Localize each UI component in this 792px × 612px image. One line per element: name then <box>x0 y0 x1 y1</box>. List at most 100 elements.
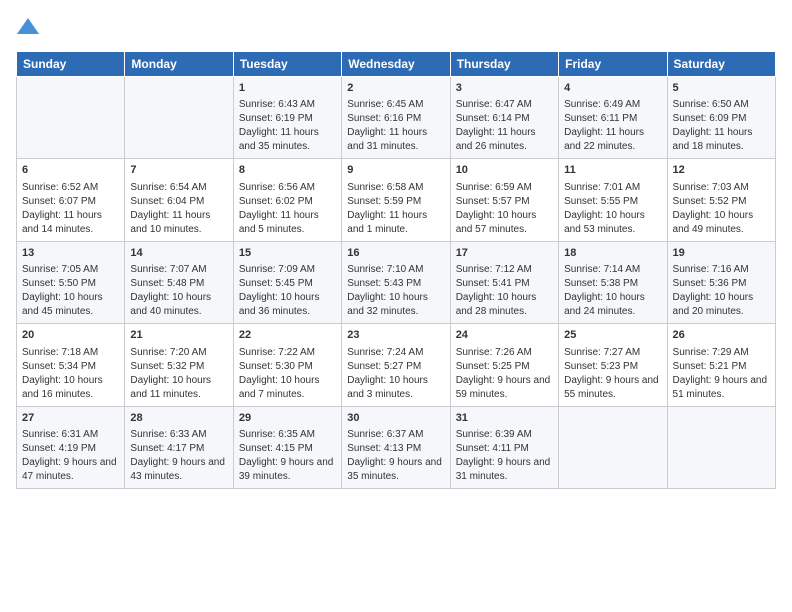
sunset-text: Sunset: 6:11 PM <box>564 113 637 124</box>
sunrise-text: Sunrise: 6:33 AM <box>130 429 206 440</box>
daylight-text: Daylight: 10 hours and 28 minutes. <box>456 292 537 317</box>
sunrise-text: Sunrise: 6:35 AM <box>239 429 315 440</box>
sunset-text: Sunset: 6:04 PM <box>130 196 204 207</box>
sunset-text: Sunset: 4:19 PM <box>22 443 96 454</box>
calendar-cell: 16Sunrise: 7:10 AMSunset: 5:43 PMDayligh… <box>342 241 450 323</box>
daylight-text: Daylight: 10 hours and 3 minutes. <box>347 375 428 400</box>
day-number: 5 <box>673 81 770 96</box>
calendar-cell: 28Sunrise: 6:33 AMSunset: 4:17 PMDayligh… <box>125 406 233 488</box>
daylight-text: Daylight: 10 hours and 53 minutes. <box>564 210 645 235</box>
sunrise-text: Sunrise: 7:07 AM <box>130 264 206 275</box>
day-number: 2 <box>347 81 444 96</box>
calendar-cell: 15Sunrise: 7:09 AMSunset: 5:45 PMDayligh… <box>233 241 341 323</box>
day-number: 3 <box>456 81 553 96</box>
calendar-week-2: 6Sunrise: 6:52 AMSunset: 6:07 PMDaylight… <box>17 159 776 241</box>
day-number: 26 <box>673 328 770 343</box>
daylight-text: Daylight: 11 hours and 14 minutes. <box>22 210 102 235</box>
calendar-cell: 5Sunrise: 6:50 AMSunset: 6:09 PMDaylight… <box>667 77 775 159</box>
logo <box>16 16 39 41</box>
calendar-cell: 30Sunrise: 6:37 AMSunset: 4:13 PMDayligh… <box>342 406 450 488</box>
daylight-text: Daylight: 9 hours and 51 minutes. <box>673 375 768 400</box>
sunrise-text: Sunrise: 7:03 AM <box>673 182 749 193</box>
sunrise-text: Sunrise: 6:54 AM <box>130 182 206 193</box>
sunset-text: Sunset: 6:19 PM <box>239 113 313 124</box>
header-wednesday: Wednesday <box>342 52 450 77</box>
calendar-cell: 19Sunrise: 7:16 AMSunset: 5:36 PMDayligh… <box>667 241 775 323</box>
sunset-text: Sunset: 5:48 PM <box>130 278 204 289</box>
daylight-text: Daylight: 10 hours and 57 minutes. <box>456 210 537 235</box>
calendar-cell: 4Sunrise: 6:49 AMSunset: 6:11 PMDaylight… <box>559 77 667 159</box>
calendar-cell: 21Sunrise: 7:20 AMSunset: 5:32 PMDayligh… <box>125 324 233 406</box>
day-number: 24 <box>456 328 553 343</box>
day-number: 18 <box>564 246 661 261</box>
sunrise-text: Sunrise: 7:05 AM <box>22 264 98 275</box>
daylight-text: Daylight: 11 hours and 22 minutes. <box>564 127 644 152</box>
header-thursday: Thursday <box>450 52 558 77</box>
daylight-text: Daylight: 10 hours and 36 minutes. <box>239 292 320 317</box>
daylight-text: Daylight: 9 hours and 59 minutes. <box>456 375 551 400</box>
calendar-cell: 10Sunrise: 6:59 AMSunset: 5:57 PMDayligh… <box>450 159 558 241</box>
day-number: 7 <box>130 163 227 178</box>
day-number: 25 <box>564 328 661 343</box>
sunrise-text: Sunrise: 7:27 AM <box>564 347 640 358</box>
calendar-cell: 17Sunrise: 7:12 AMSunset: 5:41 PMDayligh… <box>450 241 558 323</box>
calendar-cell: 14Sunrise: 7:07 AMSunset: 5:48 PMDayligh… <box>125 241 233 323</box>
calendar-cell: 2Sunrise: 6:45 AMSunset: 6:16 PMDaylight… <box>342 77 450 159</box>
daylight-text: Daylight: 10 hours and 49 minutes. <box>673 210 754 235</box>
sunset-text: Sunset: 5:36 PM <box>673 278 747 289</box>
sunrise-text: Sunrise: 7:24 AM <box>347 347 423 358</box>
day-number: 15 <box>239 246 336 261</box>
daylight-text: Daylight: 11 hours and 18 minutes. <box>673 127 753 152</box>
daylight-text: Daylight: 10 hours and 16 minutes. <box>22 375 103 400</box>
daylight-text: Daylight: 9 hours and 43 minutes. <box>130 457 225 482</box>
sunset-text: Sunset: 5:43 PM <box>347 278 421 289</box>
day-number: 20 <box>22 328 119 343</box>
calendar-cell: 12Sunrise: 7:03 AMSunset: 5:52 PMDayligh… <box>667 159 775 241</box>
calendar-cell: 25Sunrise: 7:27 AMSunset: 5:23 PMDayligh… <box>559 324 667 406</box>
day-number: 31 <box>456 411 553 426</box>
sunrise-text: Sunrise: 6:56 AM <box>239 182 315 193</box>
sunrise-text: Sunrise: 6:58 AM <box>347 182 423 193</box>
calendar-week-1: 1Sunrise: 6:43 AMSunset: 6:19 PMDaylight… <box>17 77 776 159</box>
calendar-cell: 18Sunrise: 7:14 AMSunset: 5:38 PMDayligh… <box>559 241 667 323</box>
day-number: 22 <box>239 328 336 343</box>
daylight-text: Daylight: 9 hours and 39 minutes. <box>239 457 334 482</box>
sunset-text: Sunset: 5:41 PM <box>456 278 530 289</box>
calendar-cell: 13Sunrise: 7:05 AMSunset: 5:50 PMDayligh… <box>17 241 125 323</box>
day-number: 30 <box>347 411 444 426</box>
daylight-text: Daylight: 9 hours and 35 minutes. <box>347 457 442 482</box>
page-header <box>16 16 776 41</box>
calendar-cell <box>17 77 125 159</box>
daylight-text: Daylight: 10 hours and 40 minutes. <box>130 292 211 317</box>
calendar-cell <box>559 406 667 488</box>
sunrise-text: Sunrise: 6:52 AM <box>22 182 98 193</box>
header-saturday: Saturday <box>667 52 775 77</box>
sunset-text: Sunset: 4:13 PM <box>347 443 421 454</box>
sunset-text: Sunset: 5:59 PM <box>347 196 421 207</box>
sunset-text: Sunset: 4:11 PM <box>456 443 529 454</box>
daylight-text: Daylight: 10 hours and 32 minutes. <box>347 292 428 317</box>
calendar-cell: 23Sunrise: 7:24 AMSunset: 5:27 PMDayligh… <box>342 324 450 406</box>
sunrise-text: Sunrise: 6:39 AM <box>456 429 532 440</box>
sunrise-text: Sunrise: 7:20 AM <box>130 347 206 358</box>
sunset-text: Sunset: 6:02 PM <box>239 196 313 207</box>
sunset-text: Sunset: 5:45 PM <box>239 278 313 289</box>
calendar-cell: 22Sunrise: 7:22 AMSunset: 5:30 PMDayligh… <box>233 324 341 406</box>
day-number: 1 <box>239 81 336 96</box>
calendar-cell <box>667 406 775 488</box>
calendar-week-5: 27Sunrise: 6:31 AMSunset: 4:19 PMDayligh… <box>17 406 776 488</box>
calendar-cell: 20Sunrise: 7:18 AMSunset: 5:34 PMDayligh… <box>17 324 125 406</box>
calendar-week-4: 20Sunrise: 7:18 AMSunset: 5:34 PMDayligh… <box>17 324 776 406</box>
calendar-table: SundayMondayTuesdayWednesdayThursdayFrid… <box>16 51 776 489</box>
sunset-text: Sunset: 5:55 PM <box>564 196 638 207</box>
sunrise-text: Sunrise: 6:49 AM <box>564 99 640 110</box>
header-sunday: Sunday <box>17 52 125 77</box>
day-number: 11 <box>564 163 661 178</box>
sunrise-text: Sunrise: 7:22 AM <box>239 347 315 358</box>
calendar-cell: 9Sunrise: 6:58 AMSunset: 5:59 PMDaylight… <box>342 159 450 241</box>
daylight-text: Daylight: 10 hours and 7 minutes. <box>239 375 320 400</box>
day-number: 21 <box>130 328 227 343</box>
daylight-text: Daylight: 11 hours and 26 minutes. <box>456 127 536 152</box>
sunrise-text: Sunrise: 7:18 AM <box>22 347 98 358</box>
daylight-text: Daylight: 10 hours and 20 minutes. <box>673 292 754 317</box>
